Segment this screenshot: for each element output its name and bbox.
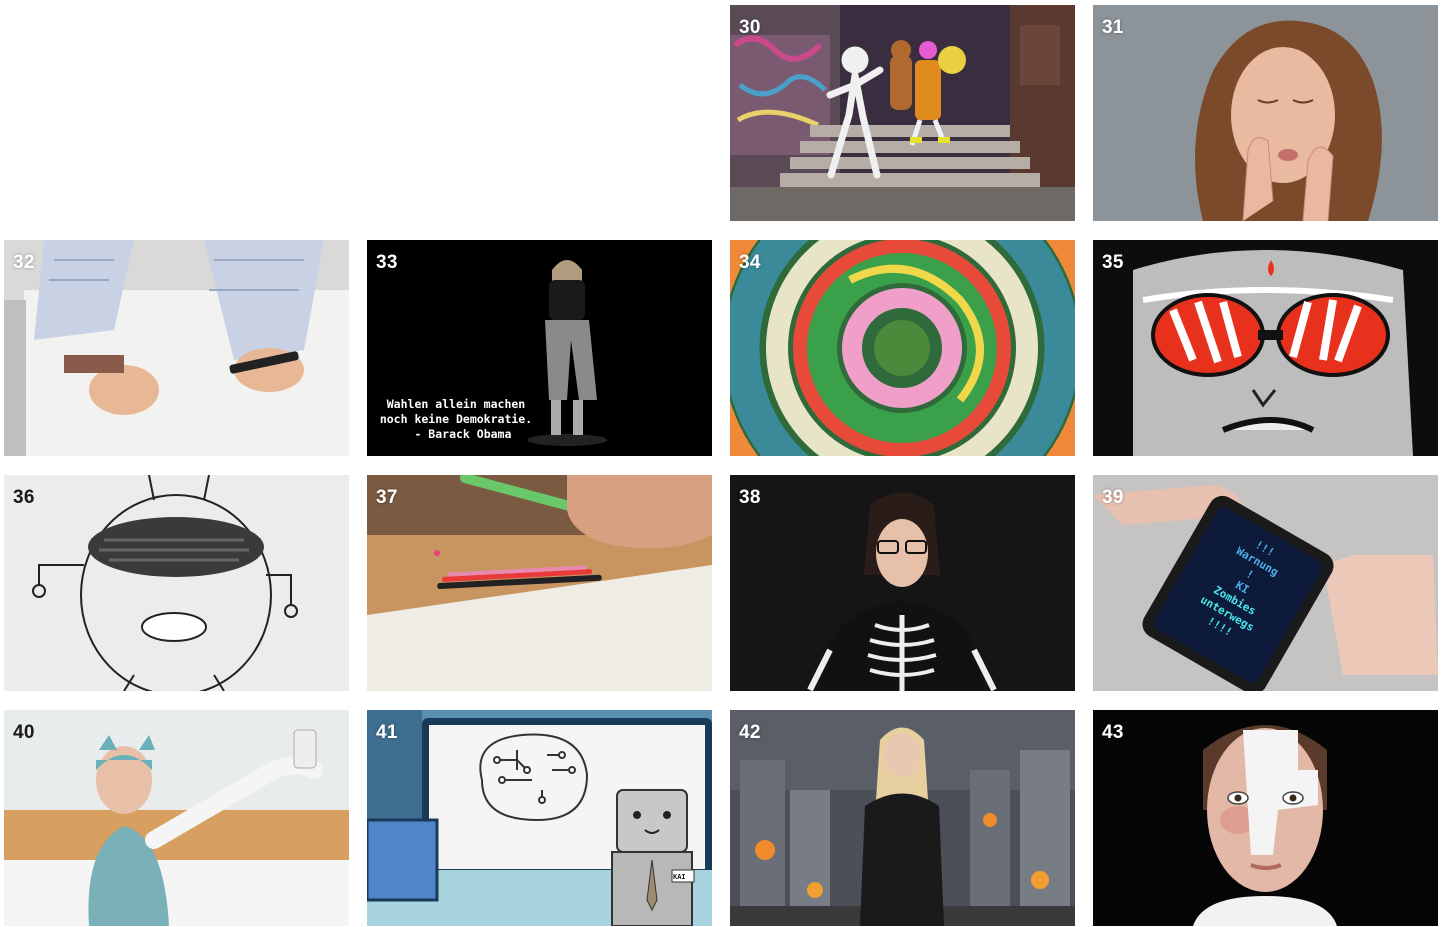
tile-38-image — [730, 475, 1075, 691]
tile-32-image — [4, 240, 349, 456]
tile-38[interactable]: 38 — [730, 475, 1075, 691]
tile-37[interactable]: 37 — [367, 475, 712, 691]
tile-number: 37 — [376, 487, 398, 508]
tile-32[interactable]: 32 — [4, 240, 349, 456]
tile-number: 40 — [13, 722, 35, 743]
tile-number: 39 — [1102, 487, 1124, 508]
tile-number: 33 — [376, 252, 398, 273]
tile-42[interactable]: 42 — [730, 710, 1075, 926]
tile-41-image — [367, 710, 712, 926]
tile-40-image — [4, 710, 349, 926]
tile-39[interactable]: !!! Warnung ! KI Zombies unterwegs !!!! … — [1093, 475, 1438, 691]
tile-31[interactable]: 31 — [1093, 5, 1438, 221]
tile-34[interactable]: 34 — [730, 240, 1075, 456]
tile-number: 32 — [13, 252, 35, 273]
robot-badge: KAI — [673, 873, 686, 881]
quote-caption: Wahlen allein machen noch keine Demokrat… — [379, 397, 533, 441]
tile-39-image: !!! Warnung ! KI Zombies unterwegs !!!! — [1093, 475, 1438, 691]
tile-34-image — [730, 240, 1075, 456]
tile-30-image — [730, 5, 1075, 221]
tile-number: 36 — [13, 487, 35, 508]
tile-number: 30 — [739, 17, 761, 38]
tile-31-image — [1093, 5, 1438, 221]
tile-33[interactable]: 33 Wahlen allein machen noch keine Demok… — [367, 240, 712, 456]
tile-number: 43 — [1102, 722, 1124, 743]
tile-37-image — [367, 475, 712, 691]
tile-41[interactable]: 41 KAI — [367, 710, 712, 926]
tile-30[interactable]: 30 — [730, 5, 1075, 221]
tile-number: 42 — [739, 722, 761, 743]
tile-number: 31 — [1102, 17, 1124, 38]
tile-number: 35 — [1102, 252, 1124, 273]
tile-number: 38 — [739, 487, 761, 508]
tile-35-image — [1093, 240, 1438, 456]
tile-number: 34 — [739, 252, 761, 273]
tile-43[interactable]: 43 — [1093, 710, 1438, 926]
tile-36[interactable]: 36 — [4, 475, 349, 691]
tile-43-image — [1093, 710, 1438, 926]
tile-35[interactable]: 35 — [1093, 240, 1438, 456]
tile-42-image — [730, 710, 1075, 926]
tile-36-image — [4, 475, 349, 691]
tile-number: 41 — [376, 722, 398, 743]
tile-40[interactable]: 40 — [4, 710, 349, 926]
